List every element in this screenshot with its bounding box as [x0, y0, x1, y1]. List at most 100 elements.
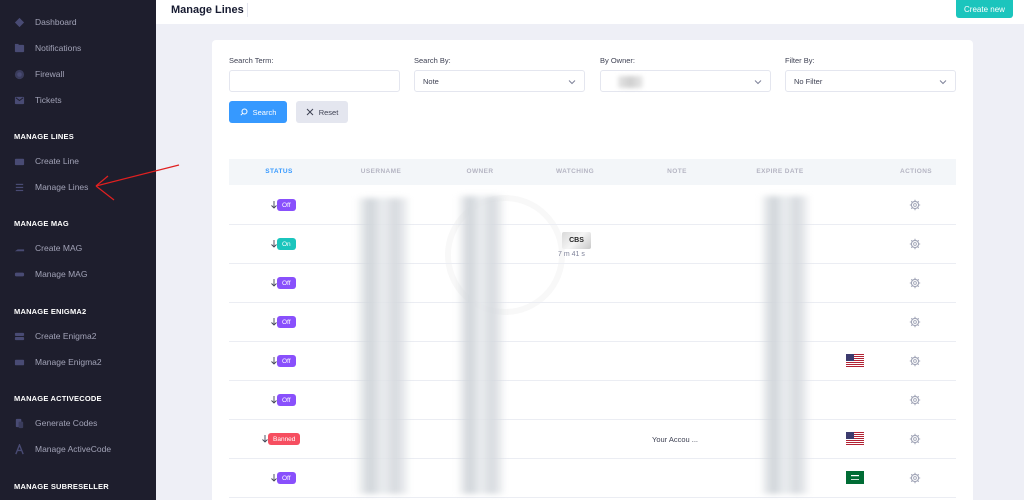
- reset-button-label: Reset: [318, 107, 339, 117]
- status-badge: Off: [277, 472, 296, 484]
- owner-value-redacted: [618, 76, 643, 88]
- table-row[interactable]: Off: [229, 264, 956, 303]
- watch-duration: 7 m 41 s: [558, 251, 585, 258]
- filter-by-select[interactable]: No Filter: [785, 70, 956, 92]
- section-title-manage-enigma2: MANAGE ENIGMA2: [14, 307, 87, 316]
- sidebar-item-label: Dashboard: [35, 17, 77, 27]
- sidebar-item-firewall[interactable]: Firewall: [0, 63, 156, 85]
- filter-by-label: Filter By:: [785, 56, 815, 65]
- table-row[interactable]: On CBS 7 m 41 s: [229, 225, 956, 264]
- table-row[interactable]: Banned Your Accou ...: [229, 420, 956, 459]
- sidebar-item-label: Create Enigma2: [35, 331, 97, 341]
- sidebar-item-dashboard[interactable]: Dashboard: [0, 11, 156, 33]
- content-card: Search Term: Search By: Note By Owner: F…: [212, 40, 973, 500]
- list-icon: [14, 182, 25, 193]
- gear-icon[interactable]: [909, 238, 921, 250]
- table-row[interactable]: Off: [229, 186, 956, 225]
- section-title-manage-mag: MANAGE MAG: [14, 219, 69, 228]
- table-row[interactable]: Off: [229, 381, 956, 420]
- table-row[interactable]: Off: [229, 303, 956, 342]
- section-title-manage-lines: MANAGE LINES: [14, 132, 74, 141]
- search-button[interactable]: Search: [229, 101, 287, 123]
- sidebar-item-label: Manage Enigma2: [35, 357, 102, 367]
- status-badge: Off: [277, 316, 296, 328]
- create-new-button[interactable]: Create new: [956, 0, 1013, 18]
- status-badge: Off: [277, 394, 296, 406]
- status-badge: Off: [277, 199, 296, 211]
- sidebar-item-label: Tickets: [35, 95, 62, 105]
- chevron-down-icon: [568, 80, 576, 85]
- sidebar-item-label: Manage ActiveCode: [35, 444, 112, 454]
- channel-logo: CBS: [562, 232, 591, 249]
- column-header-watching[interactable]: WATCHING: [530, 168, 620, 175]
- sidebar-item-label: Generate Codes: [35, 418, 98, 428]
- sidebar-item-manage-activecode[interactable]: Manage ActiveCode: [0, 438, 156, 460]
- sidebar-item-manage-mag[interactable]: Manage MAG: [0, 263, 156, 285]
- table-row[interactable]: Off: [229, 342, 956, 381]
- column-header-expire-date[interactable]: EXPIRE DATE: [735, 168, 825, 175]
- table-row[interactable]: Off: [229, 459, 956, 498]
- gear-icon[interactable]: [909, 394, 921, 406]
- section-title-manage-activecode: MANAGE ACTIVECODE: [14, 394, 102, 403]
- sidebar-item-label: Notifications: [35, 43, 82, 53]
- letter-a-icon: [14, 443, 25, 455]
- sidebar-item-manage-enigma2[interactable]: Manage Enigma2: [0, 351, 156, 373]
- search-term-input[interactable]: [229, 70, 400, 92]
- search-term-label: Search Term:: [229, 56, 274, 65]
- filter-by-value: No Filter: [794, 76, 823, 86]
- search-button-label: Search: [252, 107, 277, 117]
- firewall-icon: [14, 69, 25, 80]
- username-column-redacted: [357, 198, 409, 494]
- search-by-value: Note: [423, 76, 439, 86]
- sidebar-item-label: Manage MAG: [35, 269, 88, 279]
- bell-icon: [14, 43, 25, 54]
- status-badge: On: [277, 238, 296, 250]
- column-header-status[interactable]: STATUS: [234, 168, 324, 175]
- device-icon: [14, 269, 25, 280]
- owner-select[interactable]: [600, 70, 771, 92]
- close-icon: [306, 108, 314, 116]
- sidebar-item-create-enigma2[interactable]: Create Enigma2: [0, 325, 156, 347]
- sidebar-item-generate-codes[interactable]: Generate Codes: [0, 412, 156, 434]
- section-title-manage-subreseller: MANAGE SUBRESELLER: [14, 482, 109, 491]
- search-by-select[interactable]: Note: [414, 70, 585, 92]
- column-header-owner[interactable]: OWNER: [435, 168, 525, 175]
- us-flag-icon: [846, 432, 864, 445]
- status-badge: Off: [277, 355, 296, 367]
- gear-icon[interactable]: [909, 277, 921, 289]
- top-header: Manage Lines Create new: [156, 0, 1024, 24]
- sidebar-item-label: Create Line: [35, 156, 79, 166]
- sidebar-item-label: Firewall: [35, 69, 65, 79]
- server-stack-icon: [14, 357, 25, 368]
- expire-date-column-redacted: [761, 196, 809, 494]
- sidebar-item-create-mag[interactable]: Create MAG: [0, 237, 156, 259]
- ticket-icon: [14, 95, 25, 106]
- gear-icon[interactable]: [909, 472, 921, 484]
- reset-button[interactable]: Reset: [296, 101, 348, 123]
- dashboard-icon: [14, 17, 25, 28]
- gear-icon[interactable]: [909, 316, 921, 328]
- title-divider: [247, 3, 248, 17]
- sidebar-item-tickets[interactable]: Tickets: [0, 89, 156, 111]
- owner-label: By Owner:: [600, 56, 636, 65]
- note-text: Your Accou ...: [652, 435, 699, 444]
- chevron-down-icon: [939, 80, 947, 85]
- gear-icon[interactable]: [909, 355, 921, 367]
- gear-icon[interactable]: [909, 433, 921, 445]
- column-header-username[interactable]: USERNAME: [336, 168, 426, 175]
- gear-icon[interactable]: [909, 199, 921, 211]
- search-icon: [240, 108, 248, 116]
- column-header-note[interactable]: NOTE: [632, 168, 722, 175]
- us-flag-icon: [846, 354, 864, 367]
- create-mag-icon: [14, 243, 25, 254]
- sidebar-item-notifications[interactable]: Notifications: [0, 37, 156, 59]
- sidebar: Dashboard Notifications Firewall Tickets…: [0, 0, 156, 500]
- sidebar-item-label: Manage Lines: [35, 182, 89, 192]
- chevron-down-icon: [754, 80, 762, 85]
- search-by-label: Search By:: [414, 56, 451, 65]
- column-header-actions: ACTIONS: [899, 168, 933, 175]
- status-badge: Banned: [268, 433, 301, 445]
- status-badge: Off: [277, 277, 296, 289]
- sidebar-item-label: Create MAG: [35, 243, 83, 253]
- annotation-arrow-icon: [95, 164, 180, 201]
